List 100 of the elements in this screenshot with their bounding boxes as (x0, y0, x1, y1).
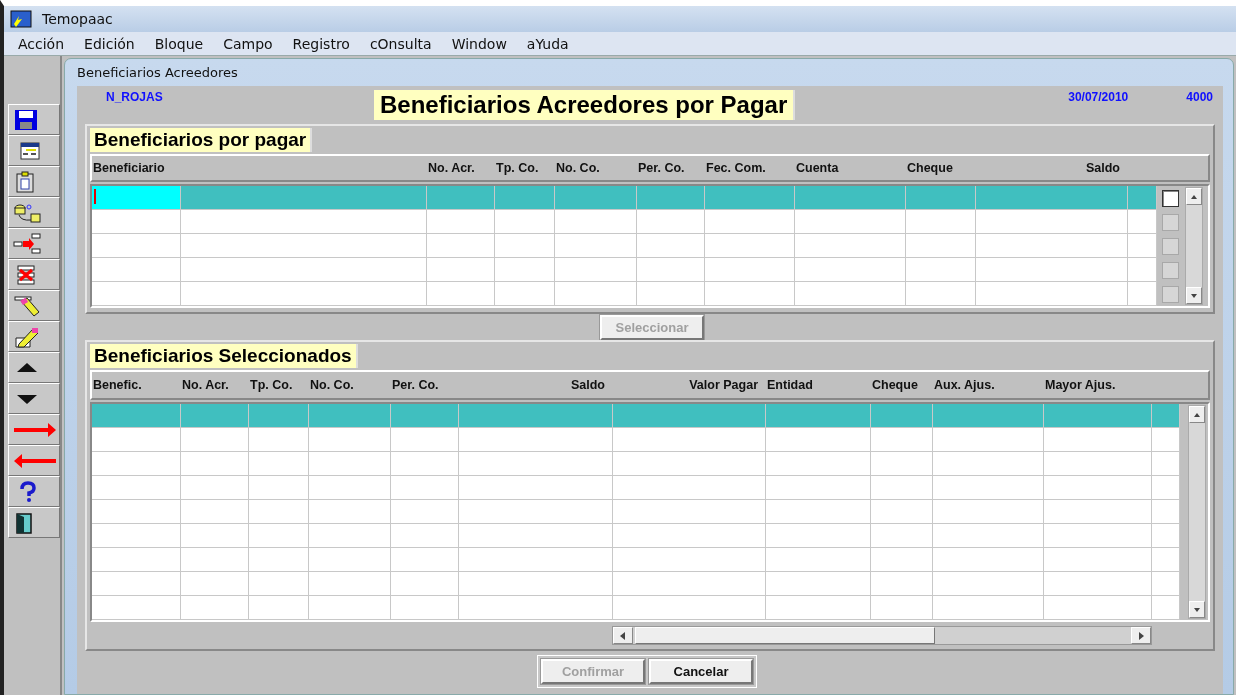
dialog-button[interactable]: Cancelar (649, 659, 753, 684)
table-cell[interactable] (391, 572, 459, 596)
table-cell[interactable] (1044, 572, 1152, 596)
table-cell[interactable] (249, 596, 309, 620)
table-cell[interactable] (249, 500, 309, 524)
table-cell[interactable] (92, 404, 181, 428)
delete-record-button[interactable] (8, 259, 60, 290)
table-cell[interactable] (181, 428, 249, 452)
table-cell[interactable] (391, 548, 459, 572)
table-cell[interactable] (181, 524, 249, 548)
table-cell[interactable] (766, 428, 871, 452)
table-cell[interactable] (871, 548, 933, 572)
table-cell[interactable] (613, 572, 766, 596)
table-cell[interactable] (613, 596, 766, 620)
table-row[interactable] (92, 500, 1180, 524)
table-cell[interactable] (637, 186, 705, 210)
table-cell[interactable] (613, 548, 766, 572)
table-cell[interactable] (459, 428, 613, 452)
table-cell[interactable] (391, 524, 459, 548)
table-cell[interactable] (92, 572, 181, 596)
table-cell[interactable] (92, 548, 181, 572)
table-cell[interactable] (795, 186, 906, 210)
table-cell[interactable] (933, 572, 1044, 596)
table-cell[interactable] (555, 186, 637, 210)
table-cell[interactable] (92, 428, 181, 452)
save-button[interactable] (8, 104, 60, 135)
table-row[interactable] (92, 428, 1180, 452)
table-cell[interactable] (181, 186, 427, 210)
table-cell[interactable] (766, 452, 871, 476)
table-cell[interactable] (309, 596, 391, 620)
table-cell[interactable] (249, 572, 309, 596)
table-cell[interactable] (309, 524, 391, 548)
horizontal-scrollbar[interactable] (612, 626, 1152, 645)
vertical-scrollbar[interactable] (1188, 405, 1206, 619)
table-cell[interactable] (92, 596, 181, 620)
next-button[interactable] (8, 383, 60, 414)
form-button[interactable] (8, 135, 60, 166)
table-cell[interactable] (766, 404, 871, 428)
table-cell[interactable] (249, 452, 309, 476)
menu-item[interactable]: Bloque (144, 35, 214, 52)
table-cell[interactable] (933, 596, 1044, 620)
table-cell[interactable] (391, 452, 459, 476)
table-cell[interactable] (1152, 476, 1180, 500)
table-cell[interactable] (459, 524, 613, 548)
table-cell[interactable] (309, 428, 391, 452)
table-cell[interactable] (933, 404, 1044, 428)
table-row[interactable] (92, 572, 1180, 596)
table-cell[interactable] (933, 524, 1044, 548)
table-cell[interactable] (309, 548, 391, 572)
table-cell[interactable] (766, 596, 871, 620)
table-cell[interactable] (1152, 548, 1180, 572)
table-row[interactable] (92, 596, 1180, 620)
table-cell[interactable] (181, 476, 249, 500)
table-cell[interactable] (766, 476, 871, 500)
scroll-left-icon[interactable] (619, 631, 627, 640)
clear-button[interactable] (8, 290, 60, 321)
table-cell[interactable] (1044, 596, 1152, 620)
table-cell[interactable] (976, 186, 1128, 210)
clipboard-button[interactable] (8, 166, 60, 197)
edit-button[interactable] (8, 321, 60, 352)
menu-item[interactable]: Campo (213, 35, 283, 52)
table-cell[interactable] (391, 428, 459, 452)
table-cell[interactable] (391, 500, 459, 524)
table-cell[interactable] (871, 500, 933, 524)
table-cell[interactable] (309, 476, 391, 500)
table-cell[interactable] (766, 572, 871, 596)
table-cell[interactable] (1044, 500, 1152, 524)
table-cell[interactable] (92, 186, 181, 210)
table-cell[interactable] (1044, 524, 1152, 548)
table-cell[interactable] (181, 404, 249, 428)
table-row[interactable] (92, 452, 1180, 476)
table-row[interactable] (92, 524, 1180, 548)
table-row[interactable] (92, 548, 1180, 572)
table-cell[interactable] (249, 428, 309, 452)
insert-record-button[interactable] (8, 228, 60, 259)
table-cell[interactable] (871, 428, 933, 452)
table-cell[interactable] (613, 452, 766, 476)
table-cell[interactable] (92, 452, 181, 476)
table-cell[interactable] (1152, 428, 1180, 452)
table-cell[interactable] (871, 572, 933, 596)
table-cell[interactable] (459, 500, 613, 524)
table-cell[interactable] (249, 404, 309, 428)
table-cell[interactable] (1152, 572, 1180, 596)
back-button[interactable] (8, 445, 60, 476)
help-button[interactable] (8, 476, 60, 507)
checkbox[interactable] (1161, 189, 1179, 207)
table-cell[interactable] (249, 476, 309, 500)
table-cell[interactable] (459, 596, 613, 620)
query-button[interactable] (8, 197, 60, 228)
table-cell[interactable] (766, 548, 871, 572)
table-cell[interactable] (1152, 524, 1180, 548)
table-cell[interactable] (459, 572, 613, 596)
table-cell[interactable] (249, 524, 309, 548)
table-cell[interactable] (613, 476, 766, 500)
table-cell[interactable] (933, 452, 1044, 476)
table-cell[interactable] (766, 500, 871, 524)
table-cell[interactable] (1044, 404, 1152, 428)
menu-item[interactable]: cOnsulta (359, 35, 442, 52)
table-cell[interactable] (1044, 476, 1152, 500)
table-cell[interactable] (1152, 596, 1180, 620)
